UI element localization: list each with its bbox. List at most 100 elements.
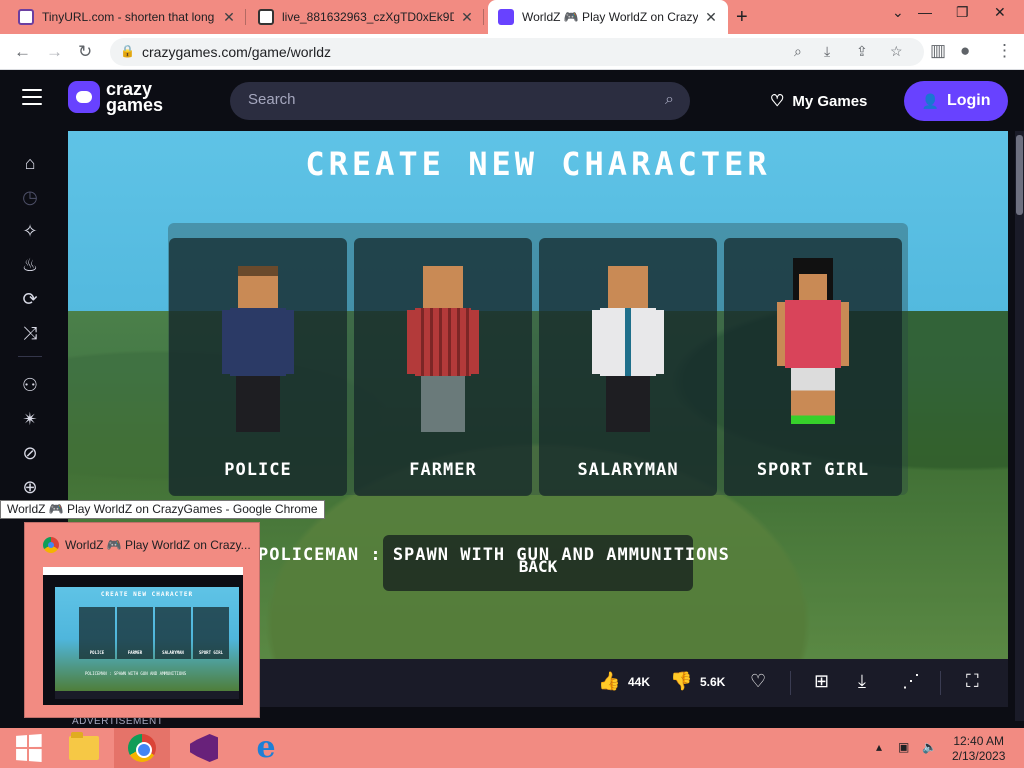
thumbnail-image: CREATE NEW CHARACTER POLICE FARMER SALAR…	[43, 559, 243, 705]
preview-card: FARMER	[117, 607, 153, 659]
qr-favicon-icon	[258, 9, 274, 25]
logo-mark-icon	[68, 81, 100, 113]
login-button[interactable]: 👤 Login	[904, 81, 1008, 121]
compass-icon[interactable]: ⊘	[18, 443, 42, 464]
clock-icon[interactable]: ◷	[18, 187, 42, 208]
dislikes-count: 5.6K	[700, 675, 726, 689]
side-panel-icon[interactable]: ▥	[930, 41, 946, 61]
system-clock[interactable]: 12:40 AM 2/13/2023	[952, 734, 1005, 764]
search-input[interactable]	[248, 91, 648, 108]
tab-title: live_881632963_czXgTD0xEk9DR	[282, 10, 454, 24]
character-card-salaryman[interactable]: SALARYMAN	[539, 238, 717, 496]
chrome-icon	[43, 537, 59, 553]
bar-divider	[790, 671, 791, 695]
menu-kebab-icon[interactable]: ⋮	[996, 41, 1013, 61]
scrollbar-thumb[interactable]	[1016, 135, 1023, 215]
favorite-heart-icon[interactable]: ♡	[750, 671, 766, 692]
tab-tinyurl[interactable]: TinyURL.com - shorten that long ✕	[8, 0, 246, 34]
shuffle-icon[interactable]: ⤨	[18, 323, 42, 344]
tab-search-icon[interactable]: ⌄	[892, 4, 904, 21]
crazygames-logo[interactable]: crazy games	[68, 80, 163, 114]
internet-explorer-icon: e	[256, 730, 276, 765]
home-icon[interactable]: ⌂	[18, 153, 42, 174]
tab-title: TinyURL.com - shorten that long	[42, 10, 215, 24]
page-scrollbar[interactable]	[1015, 131, 1024, 721]
character-label: POLICE	[224, 460, 292, 480]
close-tab-icon[interactable]: ✕	[460, 9, 474, 26]
address-bar[interactable]: 🔒 crazygames.com/game/worldz ⌕ ⤓ ⇪ ☆	[110, 38, 924, 66]
tab-title: WorldZ 🎮 Play WorldZ on CrazyG	[522, 10, 698, 24]
browser-toolbar: ← → ↻ 🔒 crazygames.com/game/worldz ⌕ ⤓ ⇪…	[0, 34, 1024, 70]
volume-icon[interactable]: 🔈	[922, 740, 937, 754]
character-label: FARMER	[409, 460, 477, 480]
sparkle-icon[interactable]: ✧	[18, 221, 42, 242]
minimize-button[interactable]: —	[918, 4, 932, 20]
install-icon[interactable]: ⤓	[824, 43, 830, 60]
close-window-button[interactable]: ✕	[994, 4, 1006, 21]
clock-date: 2/13/2023	[952, 749, 1006, 763]
thumbs-down-icon[interactable]: 👎	[670, 671, 692, 692]
folder-icon	[69, 732, 99, 760]
report-icon[interactable]: ⊞	[814, 671, 829, 692]
tab-live[interactable]: live_881632963_czXgTD0xEk9DR ✕	[248, 0, 484, 34]
chrome-icon	[128, 734, 156, 762]
character-label: SALARYMAN	[577, 460, 679, 480]
users-icon[interactable]: ⚇	[18, 375, 42, 396]
likes-count: 44K	[628, 675, 651, 689]
rail-divider	[18, 356, 42, 357]
bar-divider	[940, 671, 941, 695]
flame-icon[interactable]: ♨	[18, 255, 42, 276]
clock-time: 12:40 AM	[953, 734, 1005, 748]
close-tab-icon[interactable]: ✕	[222, 9, 236, 26]
preview-title: CREATE NEW CHARACTER	[100, 591, 194, 598]
site-header: crazy games ⌕ ♡ My Games 👤 Login	[0, 71, 1024, 131]
new-tab-button[interactable]: +	[736, 6, 748, 29]
fullscreen-icon[interactable]: ⛶	[966, 671, 979, 692]
back-arrow-icon[interactable]: ←	[14, 42, 31, 62]
taskbar-thumbnail-preview[interactable]: WorldZ 🎮 Play WorldZ on Crazy... CREATE …	[24, 522, 260, 718]
close-tab-icon[interactable]: ✕	[704, 9, 718, 26]
download-icon[interactable]: ⤓	[858, 671, 866, 692]
search-icon[interactable]: ⌕	[665, 91, 674, 109]
farmer-figure	[403, 266, 483, 446]
bookmark-star-icon[interactable]: ☆	[890, 43, 903, 60]
basketball-icon[interactable]: ⊕	[18, 477, 42, 498]
share-icon[interactable]: ⋰	[902, 671, 920, 692]
crazygames-favicon-icon	[498, 9, 514, 25]
my-games-link[interactable]: ♡ My Games	[770, 91, 867, 111]
fight-icon[interactable]: ✴	[18, 409, 42, 430]
profile-avatar-icon[interactable]: ●	[960, 41, 970, 61]
character-card-farmer[interactable]: FARMER	[354, 238, 532, 496]
salaryman-figure	[588, 266, 668, 446]
reload-icon[interactable]: ↻	[78, 42, 92, 62]
lock-icon: 🔒	[120, 44, 135, 58]
search-box[interactable]: ⌕	[230, 82, 690, 120]
tinyurl-favicon-icon	[18, 9, 34, 25]
share-icon[interactable]: ⇪	[856, 43, 868, 60]
menu-toggle-icon[interactable]	[22, 89, 42, 109]
character-label: SPORT GIRL	[756, 460, 870, 480]
chrome-taskbar-button[interactable]	[114, 728, 170, 768]
start-button[interactable]	[0, 728, 56, 768]
visual-studio-button[interactable]	[176, 728, 232, 768]
login-label: Login	[946, 92, 991, 109]
network-icon[interactable]: ▣	[898, 740, 909, 754]
zoom-icon[interactable]: ⌕	[794, 43, 802, 60]
game-title: CREATE NEW CHARACTER	[305, 145, 771, 183]
tab-worldz[interactable]: WorldZ 🎮 Play WorldZ on CrazyG ✕	[488, 0, 728, 34]
thumbs-up-icon[interactable]: 👍	[598, 671, 620, 692]
tab-strip: TinyURL.com - shorten that long ✕ live_8…	[0, 0, 1024, 34]
refresh-icon[interactable]: ⟳	[18, 289, 42, 310]
windows-logo-icon	[16, 734, 42, 762]
preview-card: SPORT GIRL	[193, 607, 229, 659]
show-hidden-icons[interactable]: ▴	[876, 740, 882, 754]
internet-explorer-button[interactable]: e	[238, 728, 294, 768]
forward-arrow-icon[interactable]: →	[46, 42, 63, 62]
character-card-sport-girl[interactable]: SPORT GIRL	[724, 238, 902, 496]
character-card-police[interactable]: POLICE	[169, 238, 347, 496]
maximize-button[interactable]: ❐	[956, 4, 969, 21]
preview-status: POLICEMAN : SPAWN WITH GUN AND AMMUNITIO…	[85, 671, 187, 676]
file-explorer-button[interactable]	[56, 728, 112, 768]
sport-girl-figure	[773, 258, 853, 448]
window-tooltip: WorldZ 🎮 Play WorldZ on CrazyGames - Goo…	[0, 500, 325, 519]
